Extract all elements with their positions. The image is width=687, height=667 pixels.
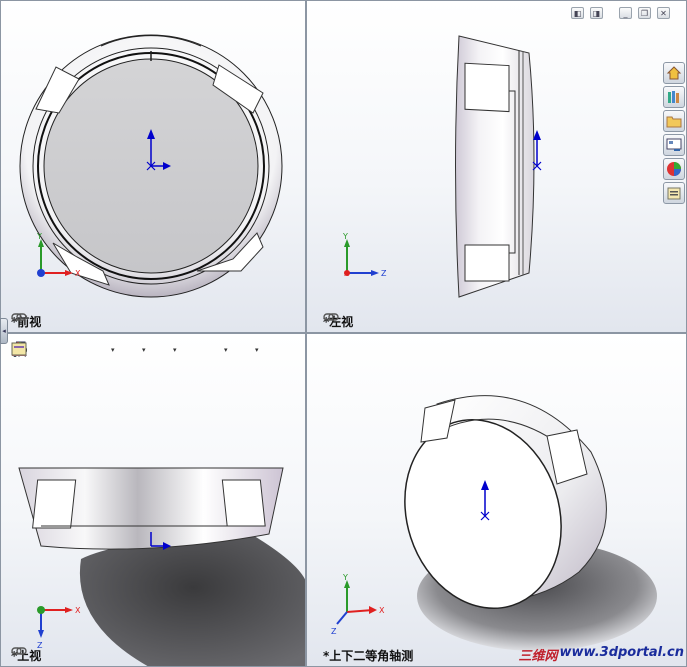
section-view-icon[interactable] — [12, 341, 89, 359]
appearances-icon[interactable] — [663, 158, 685, 180]
viewport-label-text: *上下二等角轴测 — [323, 649, 414, 663]
task-pane-tabs — [663, 62, 685, 206]
design-library-icon[interactable] — [663, 86, 685, 108]
link-views-icon[interactable] — [11, 313, 27, 321]
top-view-model: Z X — [18, 467, 305, 666]
view-orientation-icon[interactable] — [12, 341, 109, 359]
hide-show-items-icon[interactable] — [11, 341, 171, 359]
watermark-url: www.3dportal.cn — [559, 645, 684, 660]
viewport-top[interactable]: Z X ▾ ▾ ▾ ▾ ▾ *上视 — [0, 333, 306, 667]
svg-text:Y: Y — [36, 232, 42, 241]
iso-triad: Y X Z — [331, 573, 385, 636]
svg-text:Y: Y — [342, 232, 348, 241]
iso-view-model: Y X Z — [331, 395, 657, 651]
expand-pane-arrow-icon[interactable]: ◂ — [0, 318, 8, 344]
viewport-left[interactable]: ◧ ◨ _ ❐ ✕ Y Z X *左视 — [306, 0, 687, 333]
top-triad: Z X — [37, 606, 81, 650]
svg-text:Y: Y — [342, 573, 348, 582]
view-toolbar: ▾ ▾ ▾ ▾ ▾ — [11, 341, 264, 359]
viewport-label-iso: *上下二等角轴测 — [323, 647, 413, 664]
svg-text:X: X — [75, 269, 81, 278]
zoom-to-area-icon[interactable] — [12, 341, 49, 359]
apply-scene-icon[interactable] — [12, 341, 222, 359]
edit-appearance-icon[interactable] — [12, 341, 202, 359]
svg-text:X: X — [75, 606, 81, 615]
viewport-label-top: *上视 — [11, 647, 41, 664]
svg-text:X: X — [379, 606, 385, 615]
left-view-model: Y Z X — [342, 35, 542, 298]
ground-shadow — [79, 534, 305, 666]
link-views-icon[interactable] — [11, 647, 27, 655]
file-explorer-icon[interactable] — [663, 110, 685, 132]
view-palette-icon[interactable] — [663, 134, 685, 156]
svg-text:Z: Z — [381, 269, 387, 278]
home-icon[interactable] — [663, 62, 685, 84]
previous-view-icon[interactable] — [12, 341, 69, 359]
viewport-label-left: *左视 — [323, 313, 353, 330]
svg-text:X: X — [344, 270, 349, 278]
viewport-iso[interactable]: Y X Z *上下二等角轴测 三维网 www.3dportal.cn — [306, 333, 687, 667]
custom-properties-icon[interactable] — [663, 182, 685, 204]
watermark: 三维网 www.3dportal.cn — [519, 645, 685, 664]
viewport-front[interactable]: Y X *前视 — [0, 0, 306, 333]
left-triad: Y Z X — [342, 232, 387, 278]
viewport-label-front: *前视 — [11, 313, 41, 330]
watermark-site-name: 三维网 — [518, 649, 558, 664]
display-style-icon[interactable] — [13, 341, 140, 359]
view-settings-icon[interactable] — [11, 341, 253, 359]
front-view-model: Y X — [19, 34, 283, 298]
link-views-icon[interactable] — [323, 313, 339, 321]
svg-text:Z: Z — [331, 627, 337, 636]
